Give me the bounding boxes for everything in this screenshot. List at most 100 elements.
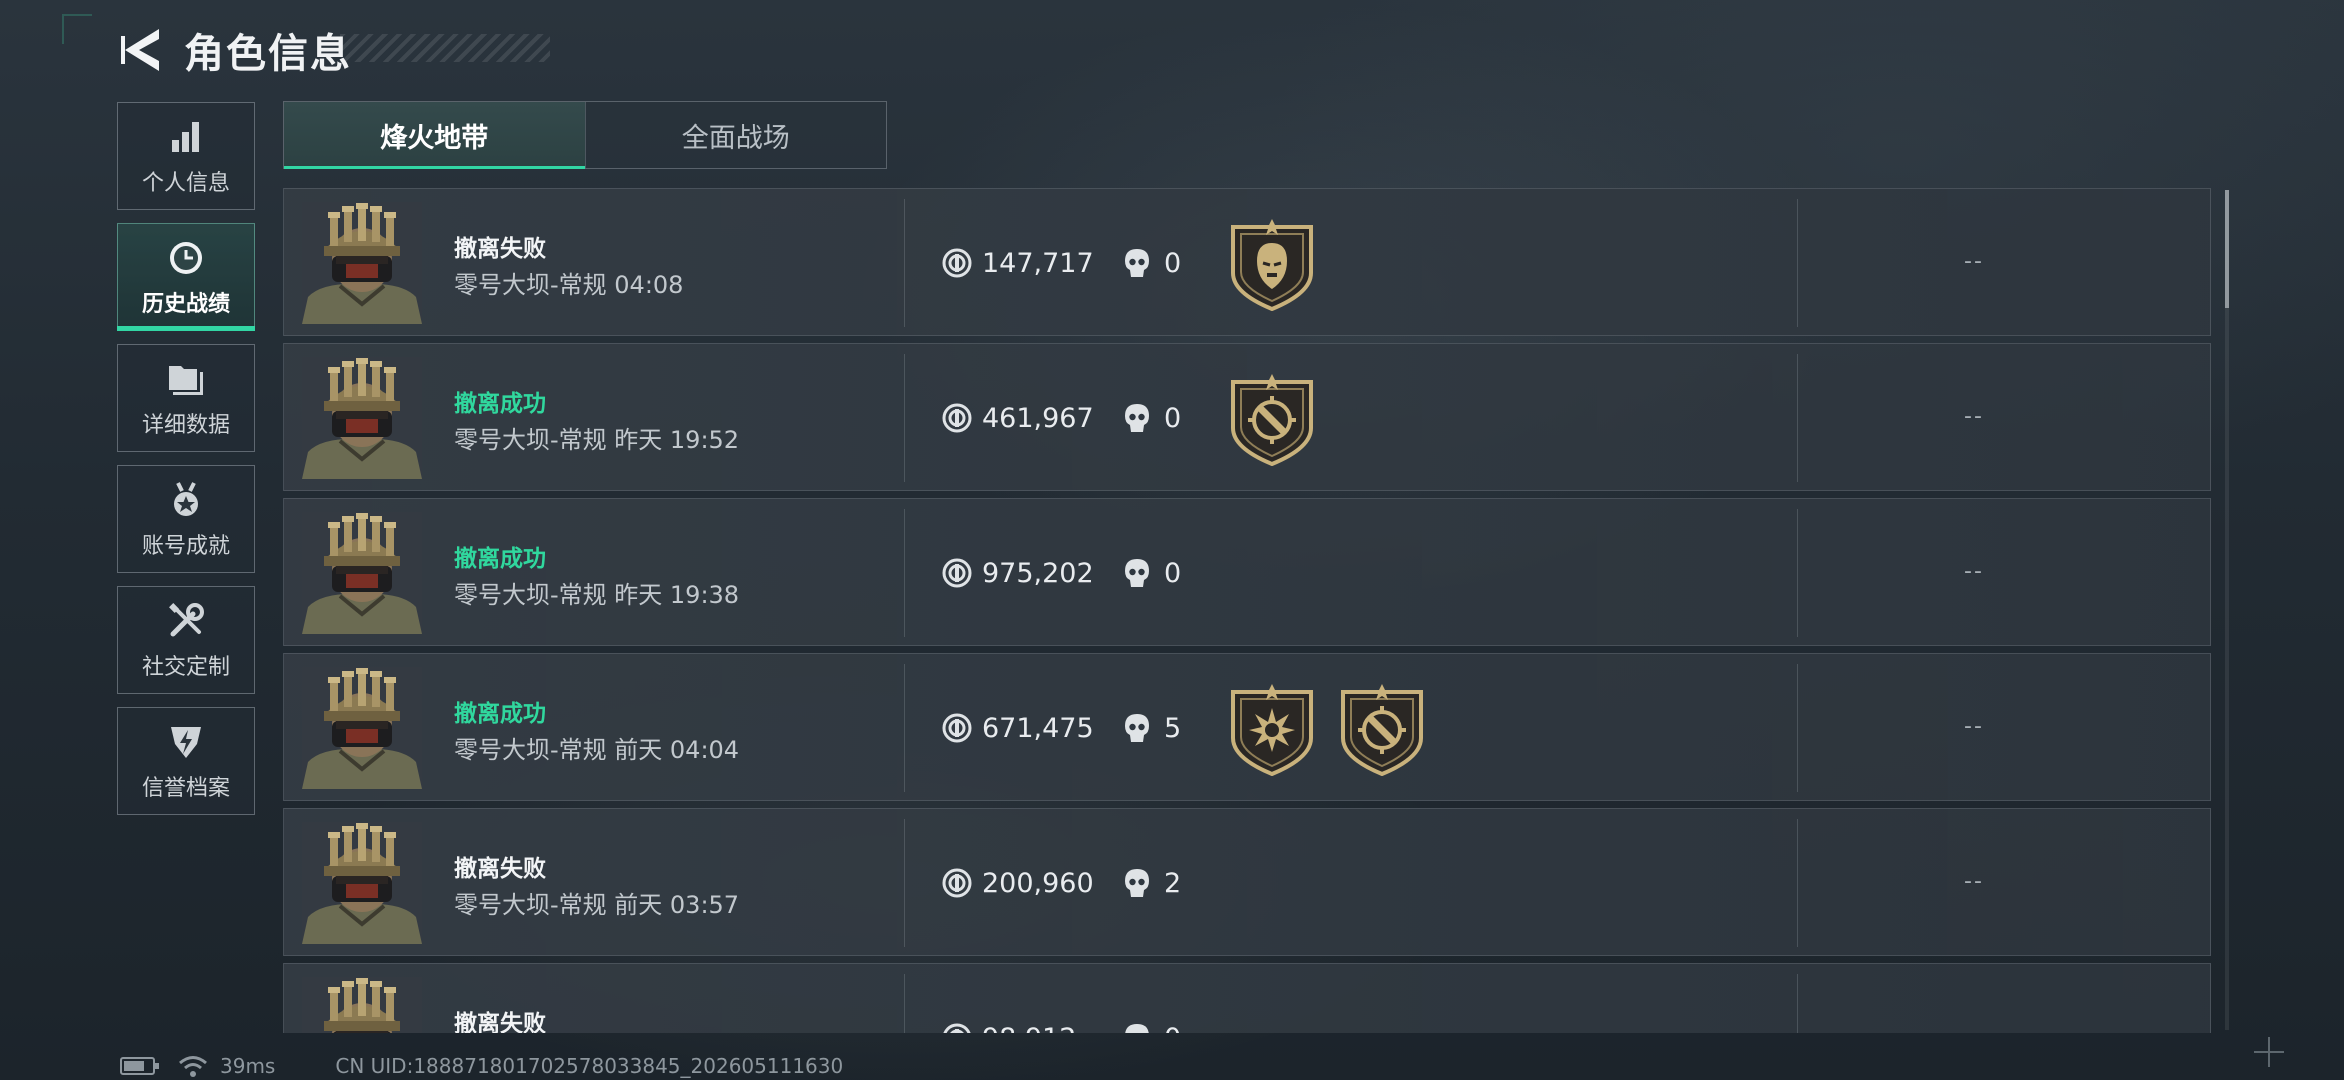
row-extra-value: -- [1964,1024,1984,1033]
sidebar-item-label: 历史战绩 [141,292,230,317]
sidebar-item-detailed-data[interactable]: 详细数据 [117,344,255,452]
match-row[interactable]: 撤离失败 98,912 0 -- [283,963,2211,1033]
masked-operator-badge-icon[interactable] [1227,219,1317,311]
loot-value-group: 147,717 [942,245,1094,281]
page-title: 角色信息 [184,31,352,77]
bar-chart-icon [164,115,208,159]
extraction-result: 撤离失败 [454,1011,546,1033]
tools-icon [164,599,208,643]
row-divider [1797,354,1798,482]
operator-avatar [302,357,422,479]
loot-value: 98,912 [982,1023,1076,1034]
loot-value-group: 98,912 [942,1020,1076,1033]
skull-icon [1125,1024,1149,1033]
match-history-list[interactable]: 撤离失败 零号大坝-常规 04:08 147,717 0 -- 撤离成功 零号大… [283,188,2211,1033]
sidebar-item-label: 账号成就 [141,534,230,559]
kill-count: 0 [1164,247,1182,279]
map-and-time: 零号大坝-常规 昨天 19:52 [454,426,740,454]
sidebar-nav: 个人信息 历史战绩 详细数据 账号成就 社交定制 信誉档案 [117,102,255,828]
coin-icon [942,713,972,743]
row-extra-value: -- [1964,714,1984,739]
operator-avatar [302,667,422,789]
header-stripe-decoration [340,34,550,62]
extraction-result: 撤离成功 [454,546,546,572]
sidebar-item-label: 信誉档案 [141,776,230,801]
loot-value: 461,967 [982,402,1094,434]
map-and-time: 零号大坝-常规 昨天 19:38 [454,581,740,609]
coin-icon [942,868,972,898]
folders-icon [164,357,208,401]
kill-count-group: 0 [1124,1020,1181,1033]
skull-icon [1125,714,1149,742]
match-row[interactable]: 撤离成功 零号大坝-常规 前天 04:04 671,475 5 -- [283,653,2211,801]
skull-icon [1125,249,1149,277]
sidebar-item-credit-record[interactable]: 信誉档案 [117,707,255,815]
operator-avatar [302,202,422,324]
sidebar-item-personal-info[interactable]: 个人信息 [117,102,255,210]
map-and-time: 零号大坝-常规 04:08 [454,271,684,299]
starburst-skull-badge-icon[interactable] [1227,684,1317,776]
extraction-result: 撤离成功 [454,701,546,727]
match-row[interactable]: 撤离成功 零号大坝-常规 昨天 19:38 975,202 0 -- [283,498,2211,646]
kill-count: 0 [1164,1023,1181,1034]
row-divider [904,819,905,947]
kill-count-group: 0 [1124,245,1181,281]
ping-latency: 39ms [220,1054,276,1078]
extraction-result: 撤离成功 [454,391,546,417]
tab-hazard-zone[interactable]: 烽火地带 [284,102,585,169]
row-extra-value: -- [1964,869,1984,894]
mode-tabs: 烽火地带 全面战场 [283,101,887,169]
match-row[interactable]: 撤离失败 零号大坝-常规 04:08 147,717 0 -- [283,188,2211,336]
crossed-sword-target-badge-icon[interactable] [1337,684,1427,776]
badge-list [1227,374,1337,466]
row-divider [904,354,905,482]
badge-list [1227,684,1447,776]
back-button[interactable] [118,24,164,76]
match-row[interactable]: 撤离失败 零号大坝-常规 前天 03:57 200,960 2 -- [283,808,2211,956]
crossed-sword-target-badge-icon[interactable] [1227,374,1317,466]
sidebar-item-social-custom[interactable]: 社交定制 [117,586,255,694]
sidebar-item-match-history[interactable]: 历史战绩 [117,223,255,331]
loot-value: 975,202 [982,557,1094,589]
skull-icon [1125,869,1149,897]
corner-bracket-decoration [62,14,92,44]
row-divider [1797,819,1798,947]
list-scrollbar[interactable] [2225,190,2229,1030]
coin-icon [942,558,972,588]
sidebar-item-label: 个人信息 [141,171,230,196]
sidebar-item-label: 详细数据 [141,413,230,438]
skull-icon [1125,559,1149,587]
badge-list [1227,219,1337,311]
user-uid: CN UID:188871801702578033845_20260511163… [335,1054,844,1078]
sidebar-item-achievements[interactable]: 账号成就 [117,465,255,573]
map-and-time: 零号大坝-常规 前天 04:04 [454,736,740,764]
kill-count: 5 [1164,712,1182,744]
row-divider [1797,974,1798,1033]
kill-count-group: 0 [1124,555,1181,591]
sidebar-item-label: 社交定制 [141,655,230,680]
row-divider [904,974,905,1033]
medal-icon [164,478,208,522]
clock-icon [164,236,208,280]
operator-avatar [302,977,422,1033]
row-extra-value: -- [1964,249,1984,274]
loot-value: 671,475 [982,712,1094,744]
coin-icon [942,403,972,433]
row-extra-value: -- [1964,404,1984,429]
row-divider [1797,664,1798,792]
status-footer: 39ms CN UID:188871801702578033845_202605… [120,1053,843,1079]
coin-icon [942,248,972,278]
extraction-result: 撤离失败 [454,856,546,882]
kill-count: 0 [1164,557,1182,589]
scrollbar-thumb[interactable] [2225,190,2229,308]
plus-crosshair-icon [2254,1037,2284,1067]
loot-value-group: 975,202 [942,555,1094,591]
map-and-time: 零号大坝-常规 前天 03:57 [454,891,740,919]
coin-icon [943,1023,971,1033]
match-row[interactable]: 撤离成功 零号大坝-常规 昨天 19:52 461,967 0 -- [283,343,2211,491]
tab-full-battlefield[interactable]: 全面战场 [584,102,887,168]
page-header: 角色信息 [118,22,352,78]
kill-count-group: 2 [1124,865,1181,901]
row-extra-value: -- [1964,559,1984,584]
loot-value-group: 461,967 [942,400,1094,436]
